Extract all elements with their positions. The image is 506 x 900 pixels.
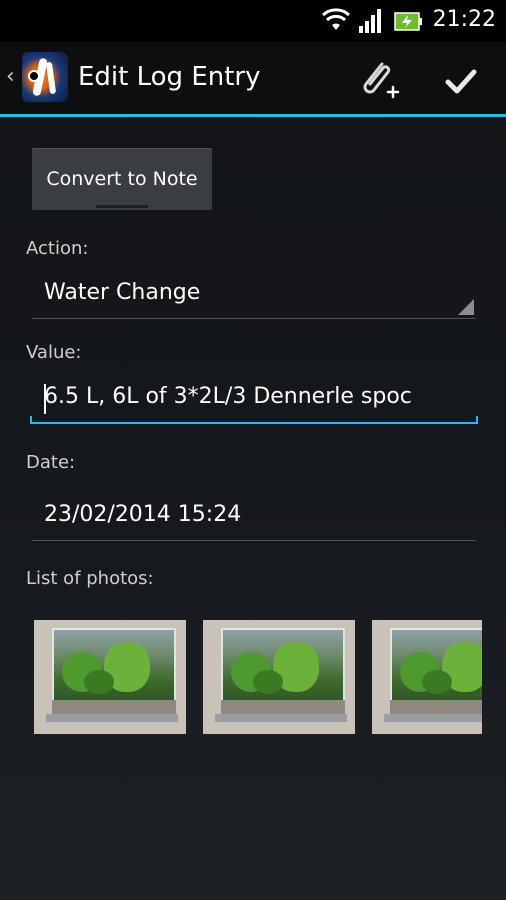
- date-value: 23/02/2014 15:24: [44, 502, 242, 527]
- convert-button-label: Convert to Note: [46, 168, 198, 190]
- app-logo-icon[interactable]: [22, 52, 68, 102]
- dropdown-arrow-icon: [458, 299, 474, 315]
- aquarium-photo-1[interactable]: [34, 620, 186, 734]
- button-indicator: [96, 205, 148, 208]
- value-text: 6.5 L, 6L of 3*2L/3 Dennerle spoc: [44, 384, 412, 409]
- up-caret-icon[interactable]: ‹: [6, 66, 15, 88]
- action-spinner[interactable]: Water Change: [32, 276, 476, 319]
- action-value: Water Change: [44, 280, 201, 305]
- date-label: Date:: [26, 452, 76, 473]
- photos-label: List of photos:: [26, 568, 154, 589]
- attach-photo-button[interactable]: [352, 56, 402, 106]
- date-field[interactable]: 23/02/2014 15:24: [32, 496, 476, 541]
- aquarium-photo-2[interactable]: [203, 620, 355, 734]
- checkmark-icon[interactable]: [438, 58, 484, 104]
- action-bar: ‹ Edit Log Entry: [0, 42, 506, 117]
- battery-icon: [394, 12, 422, 31]
- clock: 21:22: [432, 7, 496, 32]
- text-cursor: [44, 384, 46, 414]
- value-input[interactable]: 6.5 L, 6L of 3*2L/3 Dennerle spoc: [30, 378, 478, 424]
- aquarium-photo-3[interactable]: [372, 620, 482, 734]
- value-label: Value:: [26, 342, 82, 363]
- action-label: Action:: [26, 238, 89, 259]
- convert-to-note-button[interactable]: Convert to Note: [32, 148, 212, 210]
- page-title: Edit Log Entry: [78, 62, 261, 92]
- status-bar: 21:22: [0, 0, 506, 42]
- wifi-icon: [322, 8, 350, 30]
- signal-icon: [359, 9, 381, 33]
